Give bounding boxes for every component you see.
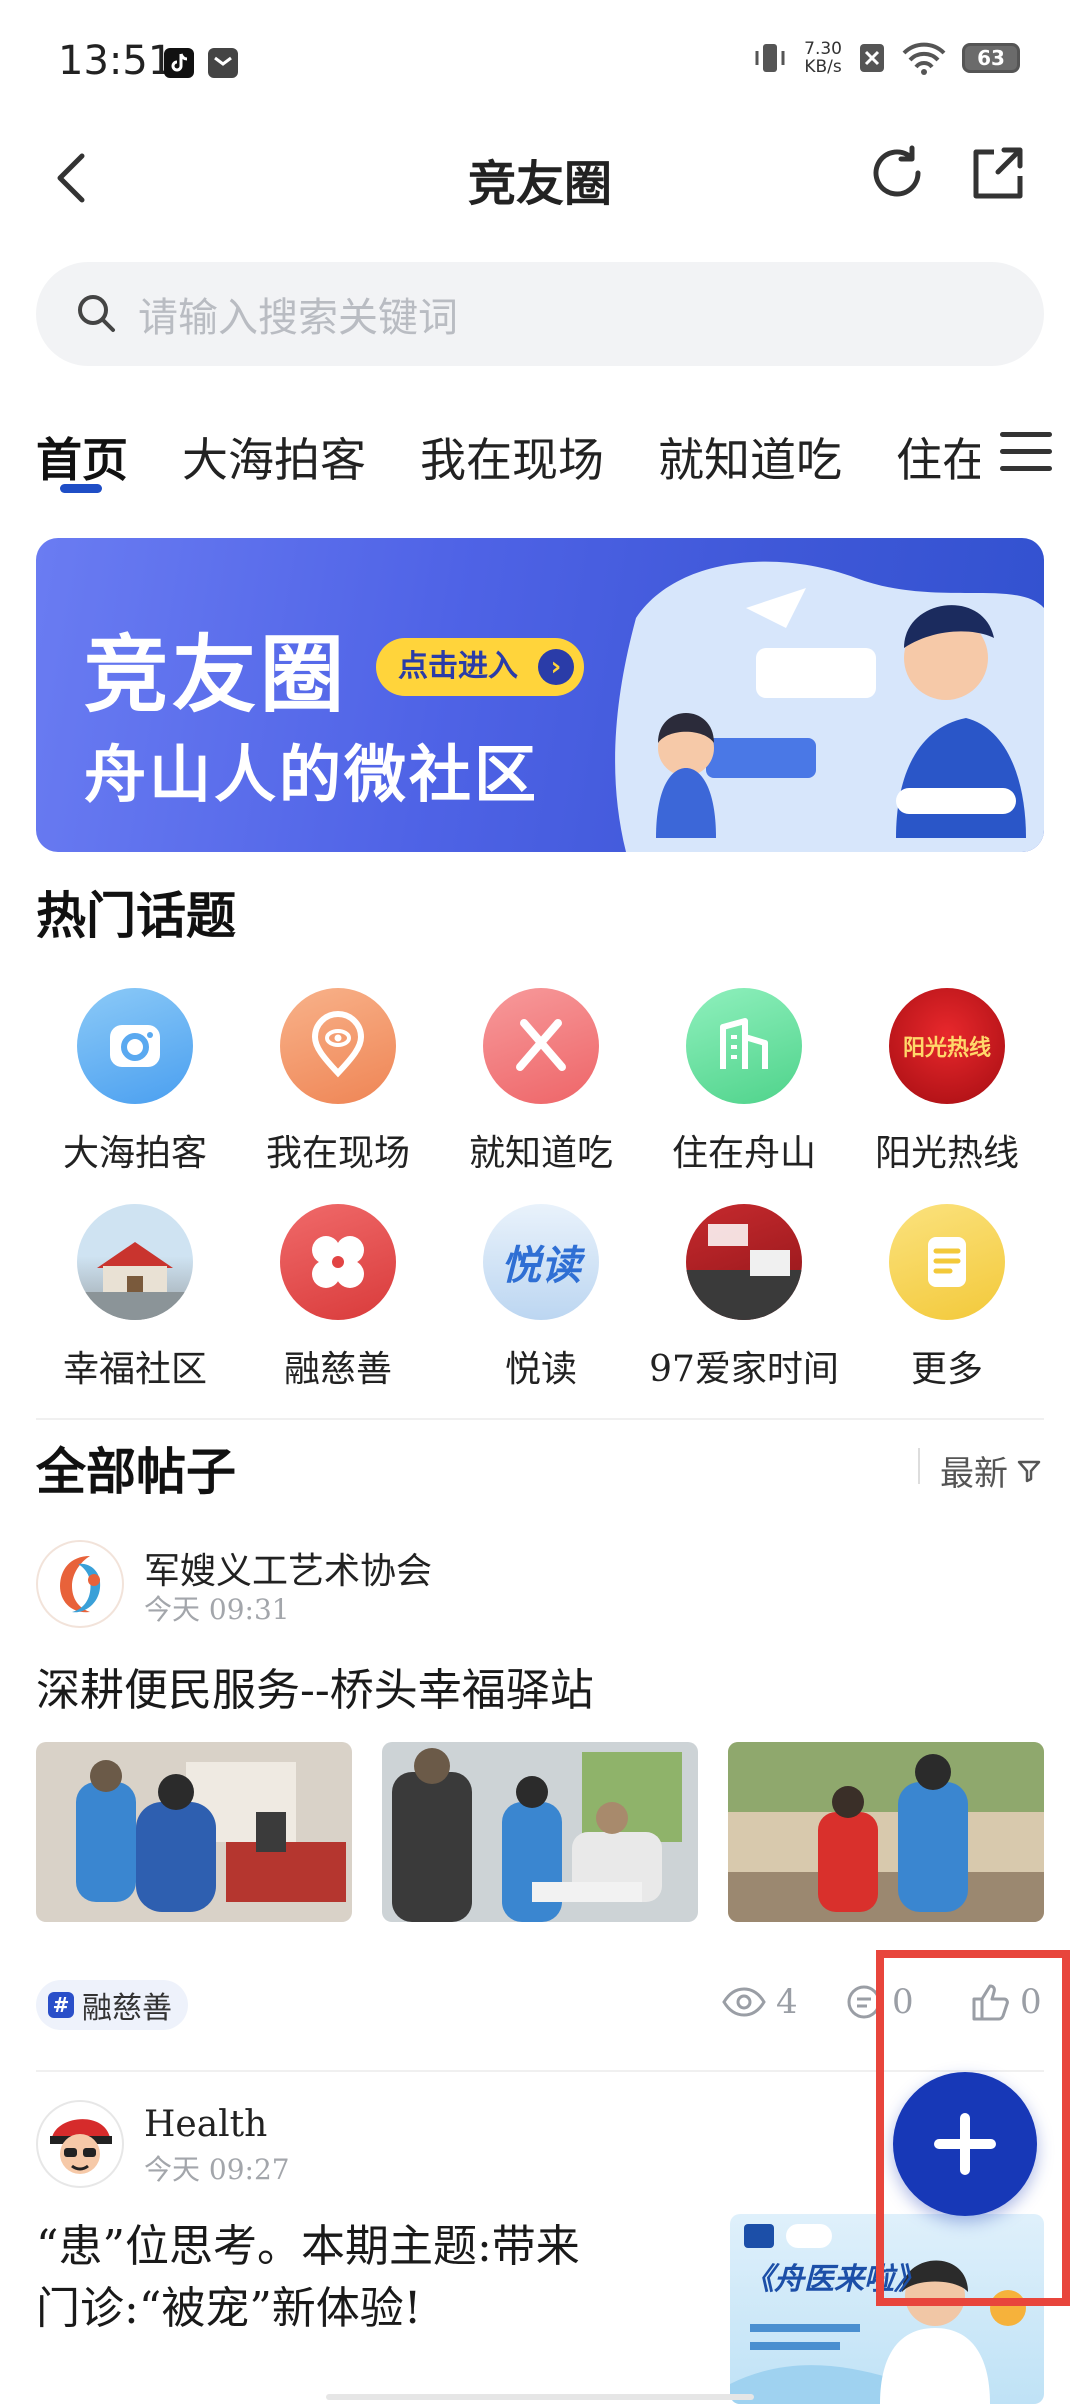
post-author[interactable]: Health [144,2104,267,2145]
home-indicator[interactable] [326,2394,754,2400]
post-image[interactable] [36,1742,352,1922]
divider [36,1418,1044,1420]
wifi-icon [902,42,946,75]
topic-happy-community[interactable]: 幸福社区 [40,1204,230,1392]
sort-label: 最新 [940,1454,1008,1494]
comment-icon [847,1985,881,2019]
topic-label: 幸福社区 [62,1349,207,1390]
love-home-logo [686,1204,802,1320]
post-title-line[interactable]: “患”位思考。本期主题:带来 [36,2210,580,2274]
banner-subtitle: 舟山人的微社区 [84,738,540,811]
building-icon [686,988,802,1104]
create-post-button[interactable] [893,2072,1037,2216]
post-title[interactable]: 深耕便民服务--桥头幸福驿站 [36,1654,594,1718]
tabs-menu-button[interactable] [1000,432,1052,476]
tab-live-in-zhoushan[interactable]: 住在舟山 [896,424,980,490]
topic-label: 更多 [910,1349,983,1390]
community-photo-icon [77,1204,193,1320]
tab-sea-photographer[interactable]: 大海拍客 [182,424,366,490]
topic-label: 融慈善 [283,1349,392,1390]
comment-count[interactable]: 0 [846,1982,914,2022]
topic-sunshine-hotline[interactable]: 阳光热线 阳光热线 [852,988,1042,1176]
tab-home[interactable]: 首页 [36,424,128,490]
search-placeholder: 请输入搜索关键词 [138,295,458,341]
tiktok-icon [164,48,194,78]
status-time: 13:51 [58,38,174,84]
topic-label: 住在舟山 [671,1133,816,1174]
category-tabs: 首页 大海拍客 我在现场 就知道吃 住在舟山 [0,410,980,510]
post-image[interactable] [382,1742,698,1922]
location-eye-icon [280,988,396,1104]
thumbs-up-icon [972,1984,1009,2021]
post-author[interactable]: 军嫂义工艺术协会 [144,1542,432,1594]
message-app-icon [208,48,238,78]
post-image[interactable] [728,1742,1044,1922]
like-count[interactable]: 0 [970,1982,1042,2022]
battery-icon: 63 [962,43,1020,73]
reading-logo: 悦读 [483,1204,599,1320]
app-header: 竞友圈 [0,120,1080,260]
divider [918,1448,920,1484]
topic-label: 大海拍客 [62,1133,207,1174]
topic-label: 我在现场 [265,1133,410,1174]
post-time: 今天 09:27 [144,2153,290,2186]
share-button[interactable] [962,138,1032,208]
post-title-line[interactable]: 门诊:“被宠”新体验! [36,2272,422,2336]
topic-97-love-home[interactable]: 97爱家时间 [649,1204,839,1392]
topic-food[interactable]: 就知道吃 [446,988,636,1176]
tag-label: 融慈善 [82,1991,172,2026]
sim-disabled-icon [860,44,884,72]
arrow-right-icon: › [538,649,574,685]
search-input[interactable]: 请输入搜索关键词 [36,262,1044,366]
plus-icon [934,2113,996,2175]
topic-on-site[interactable]: 我在现场 [243,988,433,1176]
camera-icon [77,988,193,1104]
topic-live-in-zhoushan[interactable]: 住在舟山 [649,988,839,1176]
sunshine-hotline-logo: 阳光热线 [889,988,1005,1104]
banner-illustration [615,561,1044,852]
topic-more[interactable]: 更多 [852,1204,1042,1392]
avatar[interactable] [36,1540,124,1628]
refresh-icon [873,145,921,197]
sort-dropdown[interactable]: 最新 [940,1446,1042,1495]
eye-icon [722,1987,766,2017]
topic-sea-photographer[interactable]: 大海拍客 [40,988,230,1176]
topic-label: 悦读 [504,1349,577,1390]
filter-icon [1017,1460,1041,1482]
charity-flower-icon [280,1204,396,1320]
document-icon [889,1204,1005,1320]
tab-food[interactable]: 就知道吃 [658,424,842,490]
banner-title: 竞友圈 [84,626,349,724]
hot-topics-heading: 热门话题 [36,876,236,952]
banner-enter-button[interactable]: 点击进入 › [376,638,584,696]
avatar[interactable] [36,2100,124,2188]
topic-label: 97爱家时间 [649,1349,839,1390]
fork-knife-icon [483,988,599,1104]
view-count: 4 [722,1982,798,2022]
thumb-title: 《舟医来啦》 [744,2262,924,2297]
all-posts-heading: 全部帖子 [36,1432,236,1508]
topic-reading[interactable]: 悦读 悦读 [446,1204,636,1392]
refresh-button[interactable] [862,138,932,208]
tab-on-site[interactable]: 我在现场 [420,424,604,490]
active-tab-indicator [60,484,102,493]
share-external-icon [973,147,1023,199]
search-icon [78,295,115,332]
post-time: 今天 09:31 [144,1593,290,1626]
topic-label: 阳光热线 [874,1133,1019,1174]
community-banner[interactable]: 竞友圈 点击进入 › 舟山人的微社区 [36,538,1044,852]
vibrate-icon [755,44,785,72]
topic-label: 就知道吃 [468,1133,613,1174]
topic-charity[interactable]: 融慈善 [243,1204,433,1392]
status-bar: 13:51 7.30 KB/s 63 [0,0,1080,120]
network-speed: 7.30 KB/s [804,39,842,77]
post-tag[interactable]: # 融慈善 [36,1980,188,2030]
hashtag-icon: # [48,1992,74,2018]
post-image[interactable]: 《舟医来啦》 [730,2214,1044,2404]
